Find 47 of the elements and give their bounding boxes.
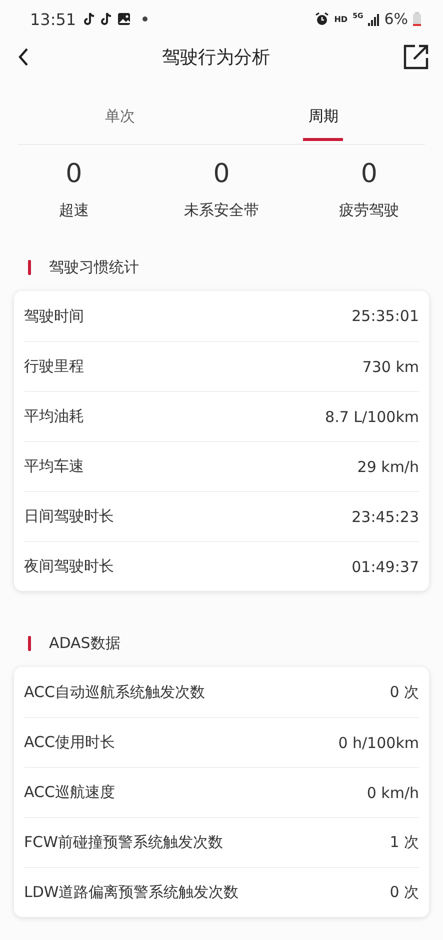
section-title: 驾驶习惯统计	[49, 258, 139, 276]
stat-label: 未系安全带	[184, 201, 259, 220]
row-label: 日间驾驶时长	[24, 507, 114, 526]
row-value: 730 km	[362, 358, 419, 376]
row-label: 夜间驾驶时长	[24, 557, 114, 576]
alarm-icon	[315, 12, 330, 26]
section-marker	[28, 260, 31, 274]
battery-percent: 6%	[384, 10, 408, 28]
row-label: ACC自动巡航系统触发次数	[24, 682, 205, 702]
row-label: ACC使用时长	[24, 733, 115, 752]
row-value: 0 次	[390, 883, 419, 902]
back-button[interactable]	[18, 47, 29, 67]
row-value: 0 次	[390, 682, 419, 702]
row-value: 8.7 L/100km	[325, 408, 419, 426]
stat-value: 0	[360, 159, 378, 189]
stat-label: 超速	[58, 201, 89, 220]
status-time: 13:51	[30, 10, 76, 28]
row-label: 行驶里程	[24, 357, 84, 376]
share-button[interactable]	[403, 44, 429, 70]
page-title: 驾驶行为分析	[162, 46, 270, 69]
music-note-icon	[100, 12, 112, 26]
signal-icon	[368, 12, 380, 26]
row-label: 驾驶时间	[24, 306, 84, 326]
row-value: 0 km/h	[366, 784, 419, 802]
dot-icon	[142, 16, 148, 22]
network-label: HD	[334, 14, 348, 24]
stat-value: 0	[66, 159, 82, 189]
row-label: ACC巡航速度	[24, 783, 115, 802]
row-value: 29 km/h	[357, 458, 419, 476]
row-value: 01:49:37	[352, 558, 419, 576]
row-value: 23:45:23	[352, 508, 419, 526]
battery-icon	[413, 12, 421, 26]
section-title: ADAS数据	[49, 634, 120, 652]
row-value: 25:35:01	[352, 307, 419, 325]
row-value: 0 h/100km	[338, 734, 419, 752]
stat-label: 疲劳驾驶	[339, 201, 400, 220]
row-label: FCW前碰撞预警系统触发次数	[24, 833, 223, 852]
music-note-icon	[83, 12, 96, 26]
tab[interactable]: 单次	[18, 92, 222, 144]
stat-value: 0	[213, 159, 230, 189]
image-icon	[117, 12, 132, 26]
row-label: 平均油耗	[24, 407, 84, 426]
row-value: 1 次	[390, 833, 419, 852]
external-link-icon	[403, 44, 429, 70]
row-label: 平均车速	[24, 457, 84, 476]
row-label: LDW道路偏离预警系统触发次数	[24, 883, 239, 902]
section-marker	[28, 636, 31, 650]
